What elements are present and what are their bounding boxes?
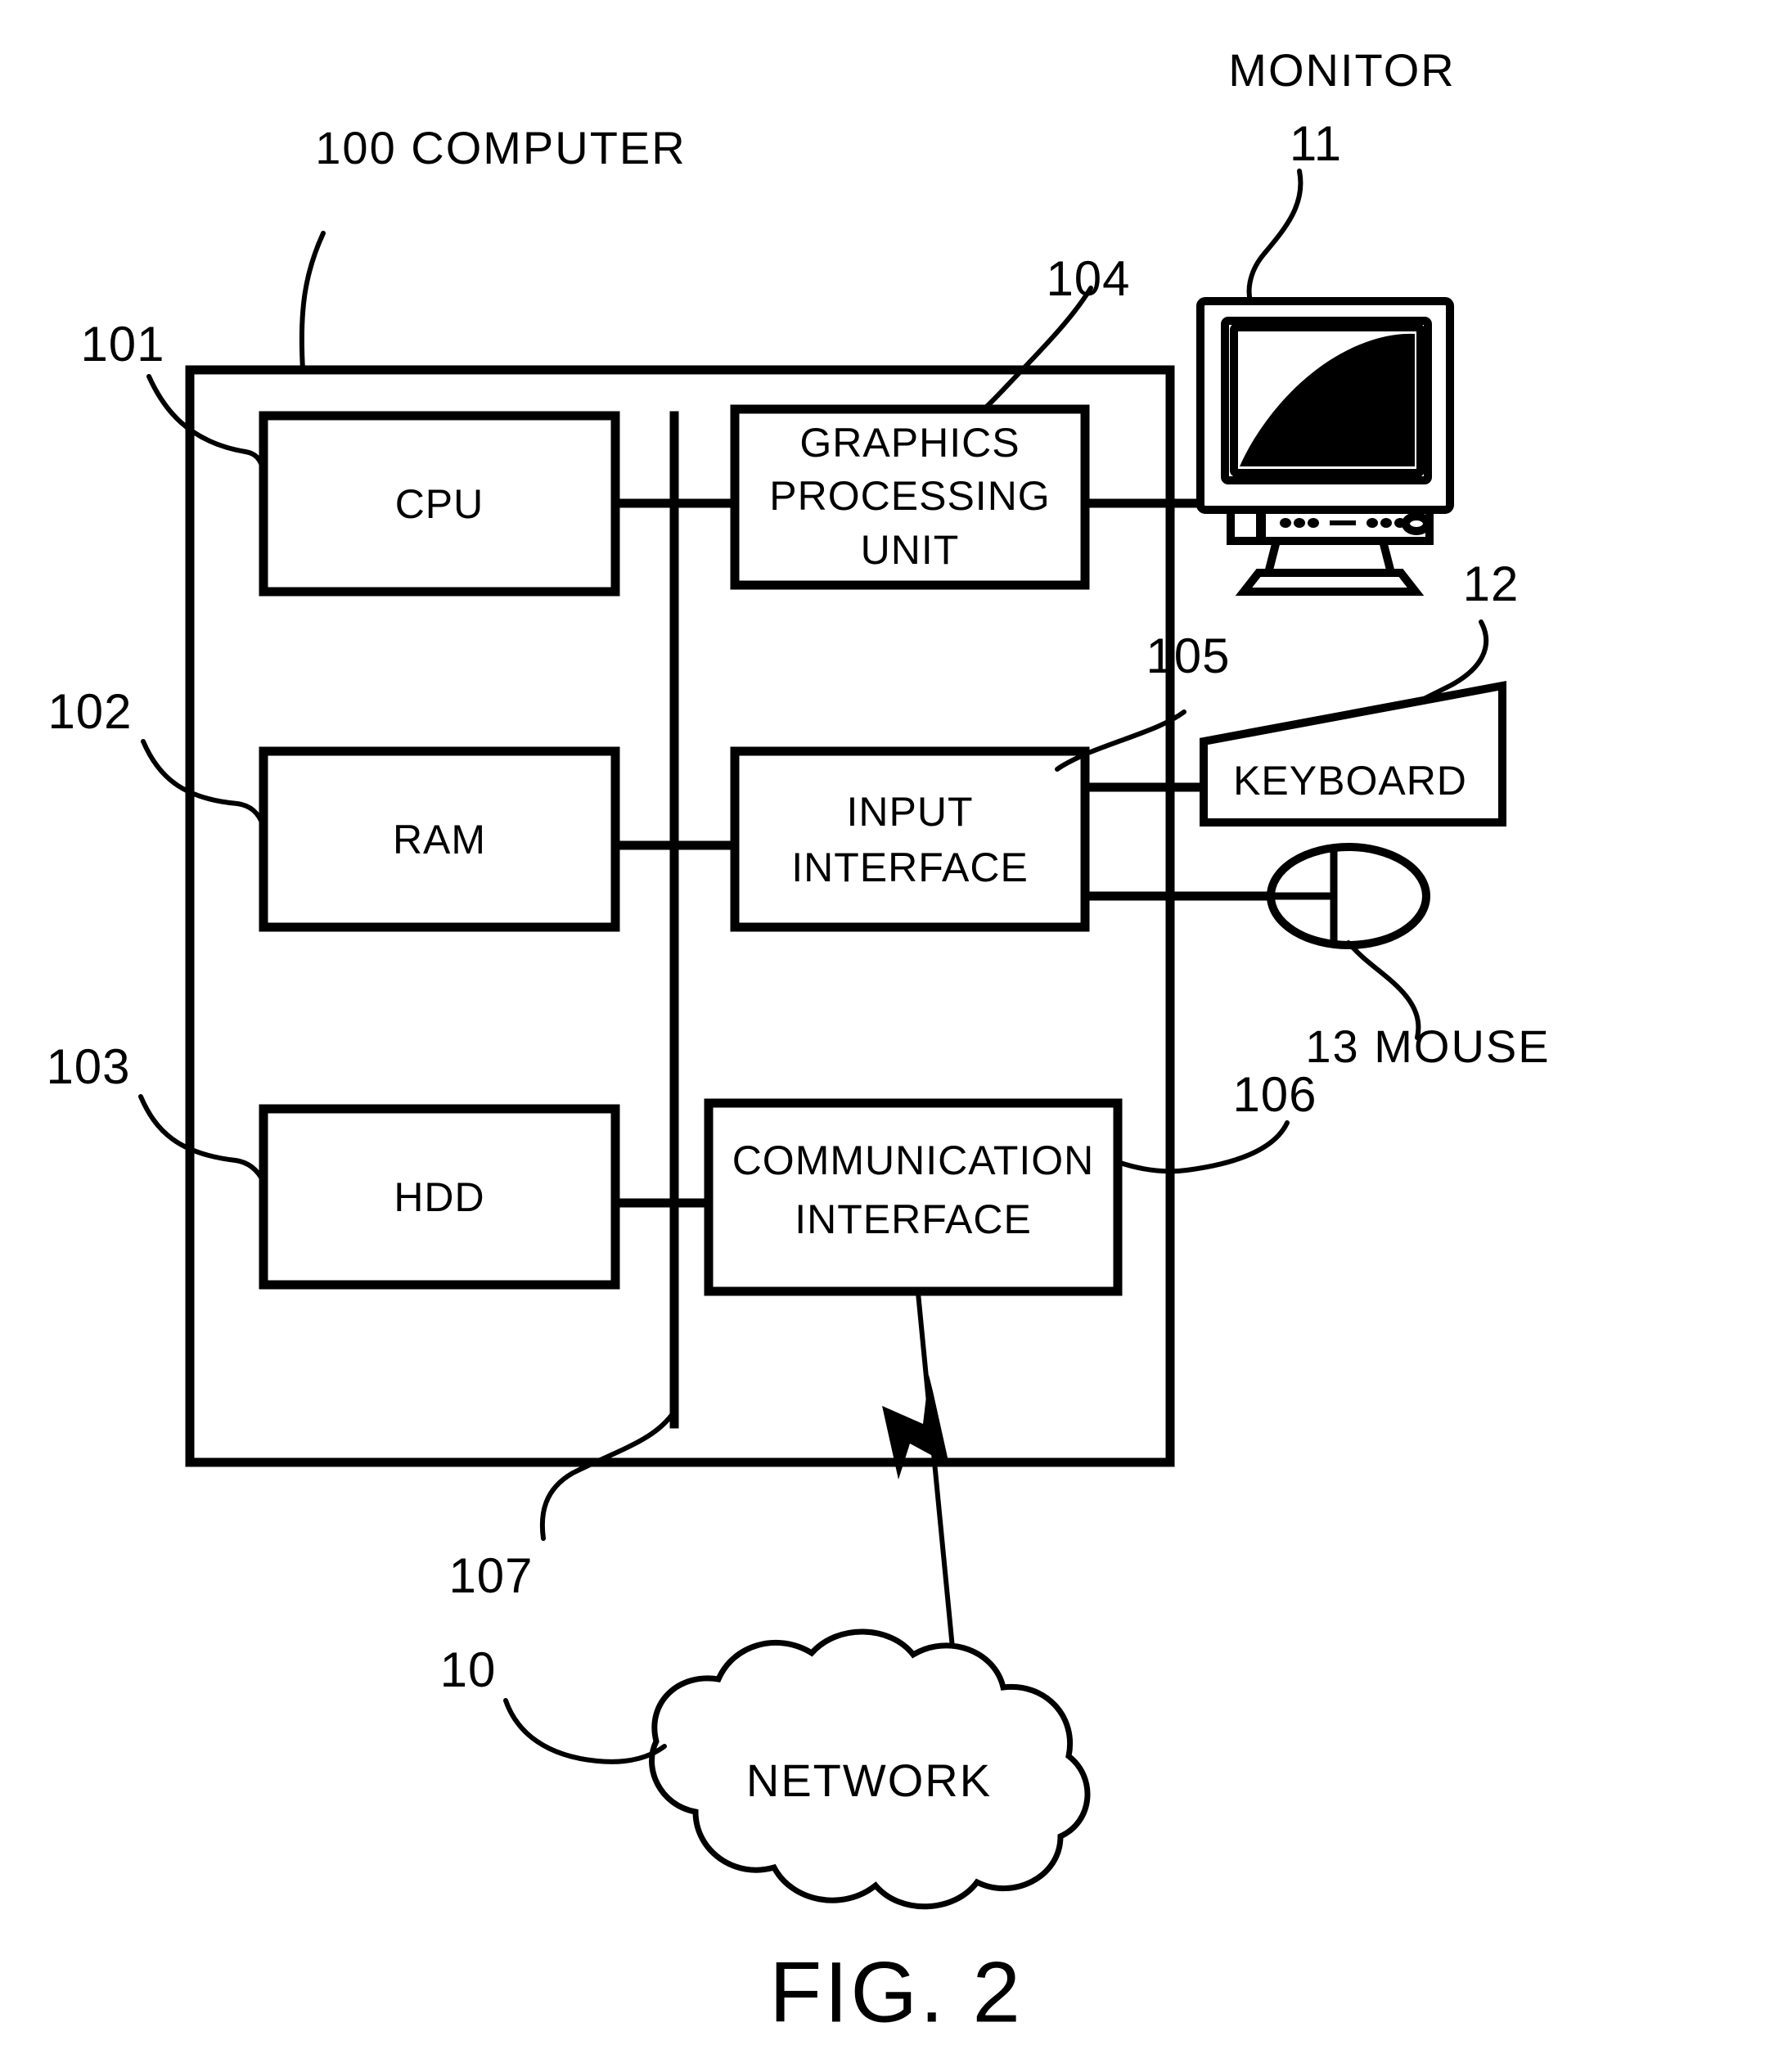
ref-number-103: 103 <box>46 1039 130 1094</box>
ram-leader-line <box>141 739 266 829</box>
keyboard-label: KEYBOARD <box>1233 758 1467 804</box>
monitor-leader-line <box>1246 169 1303 304</box>
block-ram-label: RAM <box>393 817 486 863</box>
network-leader-line <box>503 1698 667 1764</box>
hdd-leader-line <box>138 1094 266 1184</box>
monitor-stand <box>1235 569 1425 596</box>
ref-number-107: 107 <box>448 1548 533 1603</box>
network-label: NETWORK <box>746 1754 992 1806</box>
monitor-neck <box>1263 537 1397 577</box>
bus-leader-line <box>539 1409 677 1541</box>
figure-2-block-diagram: CPU 101 GRAPHICS PROCESSING UNIT 104 MON… <box>46 44 1550 2041</box>
monitor-knob-1 <box>1280 518 1291 528</box>
patent-figure-page: CPU 101 GRAPHICS PROCESSING UNIT 104 MON… <box>0 0 1792 2063</box>
ref-number-104: 104 <box>1046 251 1130 306</box>
monitor-knob-4 <box>1367 518 1378 528</box>
block-cpu-label: CPU <box>395 481 484 527</box>
block-gpu-label-line2: PROCESSING <box>769 473 1050 519</box>
figure-caption: FIG. 2 <box>769 1945 1023 2041</box>
cpu-leader-line <box>146 374 266 473</box>
computer-leader-line <box>299 231 326 372</box>
block-gpu-label-line3: UNIT <box>861 527 960 573</box>
monitor-slider <box>1330 520 1356 525</box>
monitor-callout-label: MONITOR <box>1228 44 1455 96</box>
ref-number-106: 106 <box>1232 1067 1317 1122</box>
monitor-panel-divider <box>1256 506 1266 545</box>
input-interface-leader-line <box>1055 709 1186 772</box>
ref-number-12: 12 <box>1463 556 1520 611</box>
network-link-line <box>915 1290 959 1685</box>
mouse-device <box>1267 843 1430 1040</box>
monitor-power-button <box>1402 512 1431 535</box>
comm-interface-leader-line <box>1115 1120 1290 1174</box>
ref-number-102: 102 <box>47 684 132 739</box>
monitor-knob-5 <box>1380 518 1392 528</box>
block-gpu-label-line1: GRAPHICS <box>799 420 1020 466</box>
block-input-interface <box>730 746 1090 932</box>
block-input-label-line1: INPUT <box>847 789 974 835</box>
block-comm-label-line2: INTERFACE <box>795 1196 1032 1242</box>
ref-number-11: 11 <box>1290 116 1342 171</box>
monitor-knob-3 <box>1308 518 1319 528</box>
computer-callout-label: 100 COMPUTER <box>315 122 686 173</box>
monitor-device <box>1196 297 1454 596</box>
ref-number-101: 101 <box>80 317 164 372</box>
monitor-knob-2 <box>1294 518 1305 528</box>
gpu-leader-line <box>979 286 1093 413</box>
ref-number-105: 105 <box>1146 628 1230 683</box>
mouse-callout-label: 13 MOUSE <box>1305 1020 1550 1072</box>
block-hdd-label: HDD <box>394 1174 484 1220</box>
ref-number-10: 10 <box>440 1642 497 1697</box>
block-input-label-line2: INTERFACE <box>791 845 1029 890</box>
block-comm-label-line1: COMMUNICATION <box>732 1137 1095 1183</box>
